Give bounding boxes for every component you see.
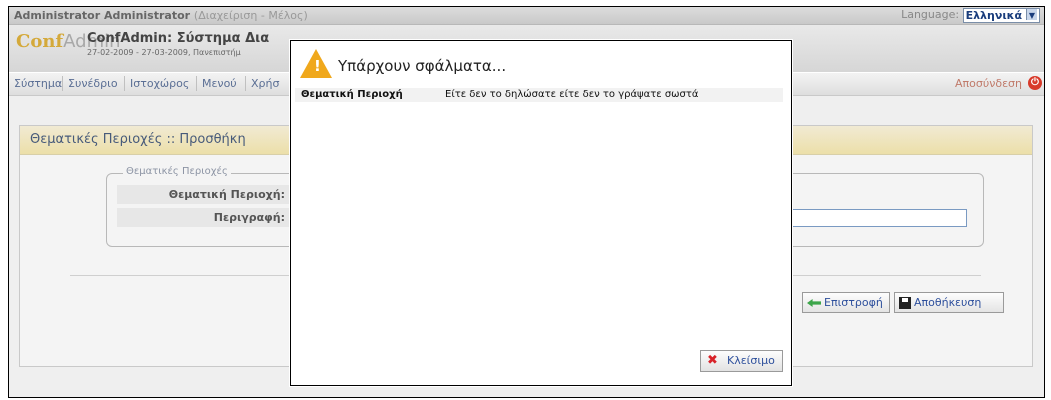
save-button-label: Αποθήκευση	[914, 296, 982, 309]
logout-link[interactable]: Αποσύνδεση	[955, 77, 1022, 90]
close-icon: ✖	[707, 353, 718, 368]
menu-separator	[62, 76, 63, 91]
close-button[interactable]: ✖ Κλείσιμο	[700, 350, 783, 372]
error-dialog: ! Υπάρχουν σφάλματα... Θεματική Περιοχή …	[290, 40, 792, 386]
language-switcher: Language: Ελληνικά ▼	[901, 8, 1040, 23]
language-label: Language:	[901, 8, 960, 21]
error-message: Είτε δεν το δηλώσατε είτε δεν το γράψατε…	[445, 89, 699, 100]
warning-icon-mark: !	[314, 57, 321, 75]
fieldset-legend: Θεματικές Περιοχές	[123, 166, 231, 177]
menu-item-users[interactable]: Χρήσ	[251, 77, 279, 90]
topic-label: Θεματική Περιοχή:	[117, 185, 289, 204]
app-title: ConfAdmin: Σύστημα Δια	[87, 31, 270, 46]
dialog-title: Υπάρχουν σφάλματα...	[338, 57, 507, 75]
current-user: Administrator Administrator (Διαχείριση …	[14, 9, 308, 22]
menu-item-website[interactable]: Ιστοχώρος	[130, 77, 189, 90]
chevron-down-icon[interactable]: ▼	[1026, 9, 1037, 20]
menu-separator	[124, 76, 125, 91]
user-role: (Διαχείριση - Μέλος)	[193, 9, 308, 22]
app-subtitle: 27-02-2009 - 27-03-2009, Πανεπιστήμ	[87, 48, 241, 57]
description-label: Περιγραφή:	[117, 208, 289, 227]
menu-separator	[245, 76, 246, 91]
dialog-header: ! Υπάρχουν σφάλματα...	[291, 41, 791, 86]
logo: ConfAdmin	[16, 31, 121, 61]
back-button[interactable]: Επιστροφή	[802, 292, 890, 313]
error-field: Θεματική Περιοχή	[301, 89, 403, 100]
power-icon[interactable]: ⏻	[1028, 76, 1042, 90]
back-button-label: Επιστροφή	[824, 296, 883, 309]
browser-frame: Administrator Administrator (Διαχείριση …	[8, 6, 1045, 398]
user-name: Administrator Administrator	[14, 9, 191, 22]
top-bar: Administrator Administrator (Διαχείριση …	[9, 7, 1044, 25]
error-row: Θεματική Περιοχή Είτε δεν το δηλώσατε εί…	[295, 88, 783, 102]
menu-item-system[interactable]: Σύστημα	[14, 77, 62, 90]
language-select[interactable]: Ελληνικά ▼	[962, 8, 1040, 23]
back-arrow-icon	[807, 299, 821, 307]
menu-item-conference[interactable]: Συνέδριο	[68, 77, 118, 90]
save-button[interactable]: Αποθήκευση	[894, 292, 1004, 313]
close-button-label: Κλείσιμο	[727, 354, 775, 367]
menu-separator	[196, 76, 197, 91]
menu-item-menu[interactable]: Μενού	[202, 77, 237, 90]
logo-conf: Conf	[16, 31, 64, 52]
page-title: Θεματικές Περιοχές :: Προσθήκη	[30, 132, 246, 147]
language-value: Ελληνικά	[965, 9, 1022, 22]
floppy-disk-icon	[899, 297, 911, 309]
